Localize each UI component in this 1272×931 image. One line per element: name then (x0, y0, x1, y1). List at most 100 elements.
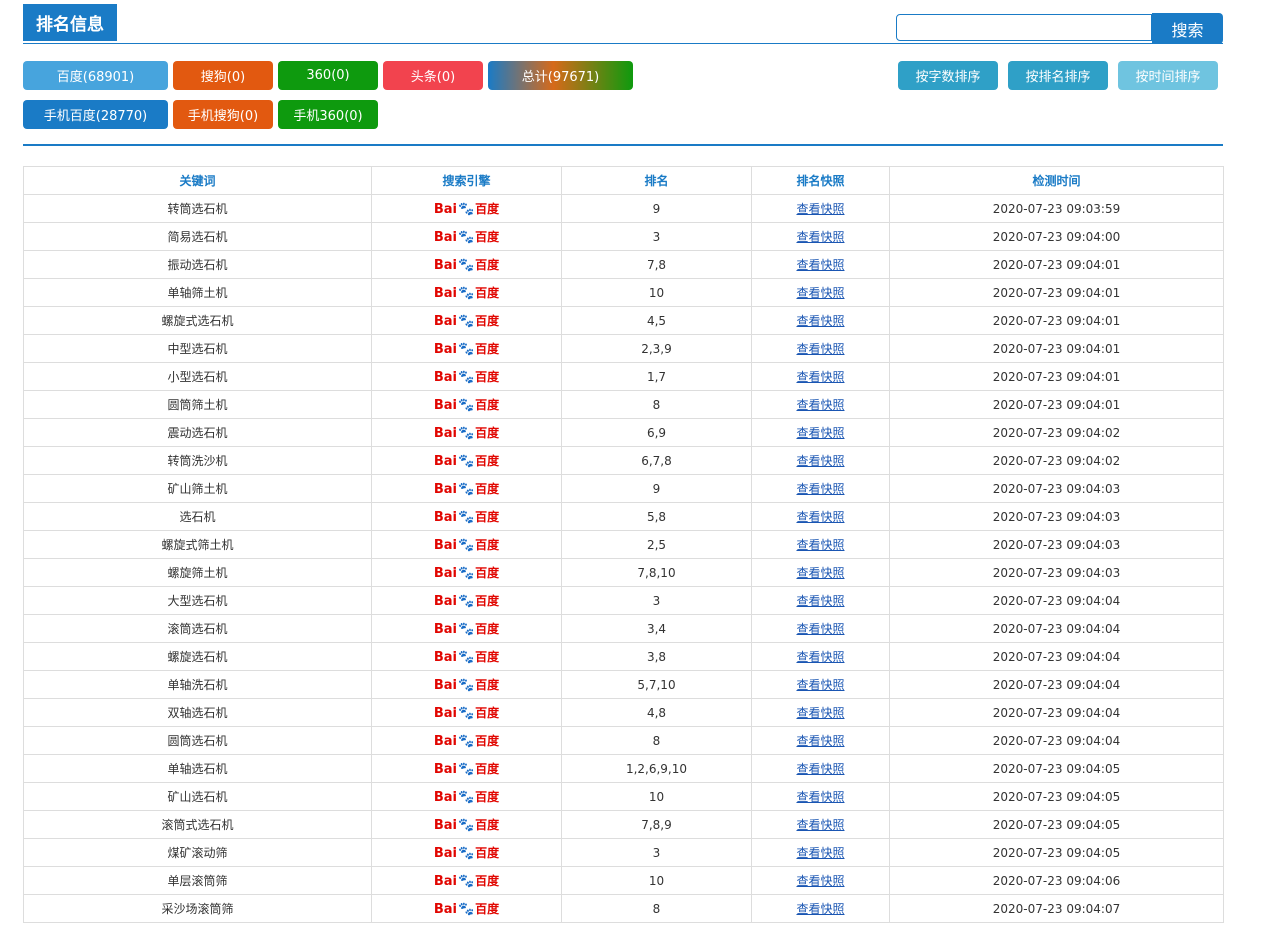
time-cell: 2020-07-23 09:04:05 (889, 754, 1224, 783)
engine-cell: Bai 🐾 百度 (371, 782, 562, 811)
filter-baidu-button[interactable]: 百度(68901) (23, 61, 168, 90)
search-input[interactable] (896, 14, 1152, 41)
keyword-cell: 滚筒式选石机 (23, 810, 372, 839)
baidu-logo: Bai 🐾 百度 (433, 313, 500, 329)
filter-mobile-baidu-button[interactable]: 手机百度(28770) (23, 100, 168, 129)
baidu-logo: Bai 🐾 百度 (433, 201, 500, 217)
engine-cell: Bai 🐾 百度 (371, 698, 562, 727)
baidu-paw-icon: 🐾 (457, 677, 475, 693)
filter-sogou-button[interactable]: 搜狗(0) (173, 61, 273, 90)
baidu-paw-icon: 🐾 (457, 453, 475, 469)
view-snapshot-link[interactable]: 查看快照 (796, 594, 844, 608)
snapshot-cell: 查看快照 (751, 866, 890, 895)
baidu-paw-icon: 🐾 (457, 789, 475, 805)
time-cell: 2020-07-23 09:04:01 (889, 334, 1224, 363)
view-snapshot-link[interactable]: 查看快照 (796, 510, 844, 524)
view-snapshot-link[interactable]: 查看快照 (796, 734, 844, 748)
time-cell: 2020-07-23 09:04:03 (889, 558, 1224, 587)
sort-by-time-button[interactable]: 按时间排序 (1118, 61, 1218, 90)
table-row: 单轴筛土机 Bai 🐾 百度 10 查看快照 2020-07-23 09:04:01 (23, 278, 1224, 307)
view-snapshot-link[interactable]: 查看快照 (796, 846, 844, 860)
snapshot-cell: 查看快照 (751, 558, 890, 587)
rank-cell: 7,8,10 (561, 558, 752, 587)
snapshot-cell: 查看快照 (751, 418, 890, 447)
column-header-rank: 排名 (561, 166, 752, 195)
rank-cell: 7,8 (561, 250, 752, 279)
rank-cell: 3 (561, 586, 752, 615)
view-snapshot-link[interactable]: 查看快照 (796, 370, 844, 384)
baidu-logo: Bai 🐾 百度 (433, 425, 500, 441)
table-row: 螺旋选石机 Bai 🐾 百度 3,8 查看快照 2020-07-23 09:04:04 (23, 642, 1224, 671)
keyword-cell: 单轴洗石机 (23, 670, 372, 699)
time-cell: 2020-07-23 09:04:04 (889, 614, 1224, 643)
baidu-paw-icon: 🐾 (457, 201, 475, 217)
filter-360-button[interactable]: 360(0) (278, 61, 378, 90)
view-snapshot-link[interactable]: 查看快照 (796, 902, 844, 916)
search-button[interactable]: 搜索 (1152, 13, 1223, 44)
table-row: 震动选石机 Bai 🐾 百度 6,9 查看快照 2020-07-23 09:04:02 (23, 418, 1224, 447)
view-snapshot-link[interactable]: 查看快照 (796, 762, 844, 776)
keyword-cell: 圆筒选石机 (23, 726, 372, 755)
view-snapshot-link[interactable]: 查看快照 (796, 622, 844, 636)
filter-toutiao-button[interactable]: 头条(0) (383, 61, 483, 90)
time-cell: 2020-07-23 09:04:03 (889, 502, 1224, 531)
rank-cell: 1,2,6,9,10 (561, 754, 752, 783)
baidu-paw-icon: 🐾 (457, 257, 475, 273)
view-snapshot-link[interactable]: 查看快照 (796, 230, 844, 244)
view-snapshot-link[interactable]: 查看快照 (796, 258, 844, 272)
engine-cell: Bai 🐾 百度 (371, 194, 562, 223)
view-snapshot-link[interactable]: 查看快照 (796, 314, 844, 328)
view-snapshot-link[interactable]: 查看快照 (796, 678, 844, 692)
table-row: 小型选石机 Bai 🐾 百度 1,7 查看快照 2020-07-23 09:04:01 (23, 362, 1224, 391)
table-row: 转筒洗沙机 Bai 🐾 百度 6,7,8 查看快照 2020-07-23 09:04:02 (23, 446, 1224, 475)
filter-mobile-360-button[interactable]: 手机360(0) (278, 100, 378, 129)
view-snapshot-link[interactable]: 查看快照 (796, 538, 844, 552)
view-snapshot-link[interactable]: 查看快照 (796, 818, 844, 832)
keyword-cell: 矿山筛土机 (23, 474, 372, 503)
sort-by-rank-button[interactable]: 按排名排序 (1008, 61, 1108, 90)
view-snapshot-link[interactable]: 查看快照 (796, 342, 844, 356)
baidu-paw-icon: 🐾 (457, 593, 475, 609)
table-row: 煤矿滚动筛 Bai 🐾 百度 3 查看快照 2020-07-23 09:04:05 (23, 838, 1224, 867)
sort-by-length-button[interactable]: 按字数排序 (898, 61, 998, 90)
rank-cell: 6,9 (561, 418, 752, 447)
rank-cell: 6,7,8 (561, 446, 752, 475)
filter-mobile-sogou-button[interactable]: 手机搜狗(0) (173, 100, 273, 129)
engine-cell: Bai 🐾 百度 (371, 838, 562, 867)
engine-cell: Bai 🐾 百度 (371, 474, 562, 503)
view-snapshot-link[interactable]: 查看快照 (796, 566, 844, 580)
snapshot-cell: 查看快照 (751, 894, 890, 923)
view-snapshot-link[interactable]: 查看快照 (796, 286, 844, 300)
baidu-logo: Bai 🐾 百度 (433, 677, 500, 693)
view-snapshot-link[interactable]: 查看快照 (796, 398, 844, 412)
filter-total-button[interactable]: 总计(97671) (488, 61, 633, 90)
snapshot-cell: 查看快照 (751, 838, 890, 867)
baidu-logo: Bai 🐾 百度 (433, 229, 500, 245)
view-snapshot-link[interactable]: 查看快照 (796, 874, 844, 888)
view-snapshot-link[interactable]: 查看快照 (796, 454, 844, 468)
rank-cell: 8 (561, 726, 752, 755)
baidu-logo: Bai 🐾 百度 (433, 761, 500, 777)
view-snapshot-link[interactable]: 查看快照 (796, 790, 844, 804)
table-row: 转筒选石机 Bai 🐾 百度 9 查看快照 2020-07-23 09:03:59 (23, 194, 1224, 223)
baidu-logo: Bai 🐾 百度 (433, 845, 500, 861)
rank-cell: 8 (561, 894, 752, 923)
engine-cell: Bai 🐾 百度 (371, 306, 562, 335)
table-row: 单轴洗石机 Bai 🐾 百度 5,7,10 查看快照 2020-07-23 09:04:04 (23, 670, 1224, 699)
section-divider (23, 144, 1223, 146)
table-row: 螺旋式选石机 Bai 🐾 百度 4,5 查看快照 2020-07-23 09:04:01 (23, 306, 1224, 335)
rank-cell: 3 (561, 222, 752, 251)
view-snapshot-link[interactable]: 查看快照 (796, 706, 844, 720)
keyword-cell: 采沙场滚筒筛 (23, 894, 372, 923)
rank-cell: 10 (561, 278, 752, 307)
view-snapshot-link[interactable]: 查看快照 (796, 426, 844, 440)
baidu-paw-icon: 🐾 (457, 397, 475, 413)
view-snapshot-link[interactable]: 查看快照 (796, 482, 844, 496)
time-cell: 2020-07-23 09:03:59 (889, 194, 1224, 223)
view-snapshot-link[interactable]: 查看快照 (796, 202, 844, 216)
table-row: 中型选石机 Bai 🐾 百度 2,3,9 查看快照 2020-07-23 09:04:01 (23, 334, 1224, 363)
time-cell: 2020-07-23 09:04:04 (889, 670, 1224, 699)
header-divider (23, 43, 1223, 44)
time-cell: 2020-07-23 09:04:04 (889, 586, 1224, 615)
view-snapshot-link[interactable]: 查看快照 (796, 650, 844, 664)
